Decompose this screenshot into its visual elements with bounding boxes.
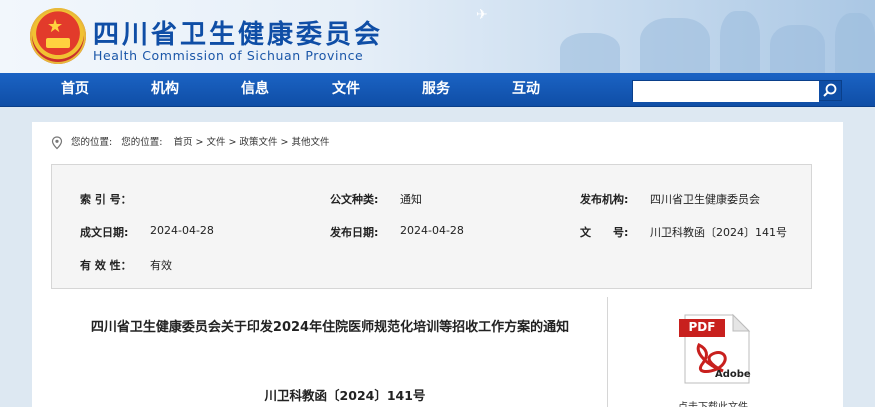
- article-doc-number: 川卫科教函〔2024〕141号: [264, 388, 426, 403]
- banner-silhouette: [770, 25, 825, 73]
- search-input[interactable]: [633, 82, 819, 102]
- nav-item-documents[interactable]: 文件: [301, 73, 391, 107]
- article-title: 四川省卫生健康委员会关于印发2024年住院医师规范化培训等招收工作方案的通知: [90, 320, 570, 335]
- index-label: 索 引 号：: [80, 193, 132, 206]
- pdf-badge: PDF: [688, 320, 716, 334]
- nav-item-organization[interactable]: 机构: [120, 73, 210, 107]
- gate-shape: [46, 38, 70, 48]
- published-date-value: 2024-04-28: [400, 224, 464, 237]
- search-button[interactable]: [818, 81, 841, 100]
- validity-value: 有效: [150, 259, 172, 272]
- star-icon: ★: [47, 16, 64, 37]
- pdf-download-icon[interactable]: PDF Adobe: [677, 313, 751, 385]
- document-metadata-table: 索 引 号： 公文种类: 通知 发布机构: 四川省卫生健康委员会 成文日期: 2…: [51, 164, 812, 289]
- adobe-brand: Adobe: [715, 369, 751, 380]
- national-emblem-logo[interactable]: ★: [30, 8, 86, 64]
- banner-silhouette: [640, 18, 710, 73]
- nav-item-home[interactable]: 首页: [30, 73, 120, 107]
- doc-number-label: 文 号:: [580, 226, 629, 239]
- search-box: [632, 80, 842, 102]
- doc-number-value: 川卫科教函〔2024〕141号: [650, 226, 787, 239]
- plane-icon: ✈: [476, 7, 488, 23]
- created-date-label: 成文日期:: [80, 226, 129, 239]
- download-link[interactable]: 点击下载此文件: [678, 398, 748, 407]
- location-pin-icon: [51, 136, 63, 150]
- validity-label: 有 效 性：: [80, 259, 132, 272]
- published-date-label: 发布日期:: [330, 226, 379, 239]
- publisher-label: 发布机构:: [580, 193, 629, 206]
- nav-item-services[interactable]: 服务: [391, 73, 481, 107]
- search-icon: [823, 83, 837, 97]
- doc-type-value: 通知: [400, 193, 422, 206]
- site-subtitle: Health Commission of Sichuan Province: [93, 48, 364, 63]
- doc-type-label: 公文种类:: [330, 193, 379, 206]
- banner-silhouette: [720, 11, 760, 73]
- created-date-value: 2024-04-28: [150, 224, 214, 237]
- nav-item-interaction[interactable]: 互动: [481, 73, 571, 107]
- breadcrumb-prefix: 您的位置:: [121, 137, 163, 148]
- breadcrumb: 您的位置: 您的位置: 首页 > 文件 > 政策文件 > 其他文件: [50, 135, 330, 151]
- nav-item-information[interactable]: 信息: [210, 73, 300, 107]
- banner-silhouette: [560, 33, 620, 73]
- banner-silhouette: [835, 13, 875, 73]
- breadcrumb-path[interactable]: 首页 > 文件 > 政策文件 > 其他文件: [174, 137, 330, 148]
- site-title[interactable]: 四川省卫生健康委员会: [93, 14, 383, 51]
- publisher-value: 四川省卫生健康委员会: [650, 193, 760, 206]
- breadcrumb-prefix: 您的位置:: [71, 137, 113, 148]
